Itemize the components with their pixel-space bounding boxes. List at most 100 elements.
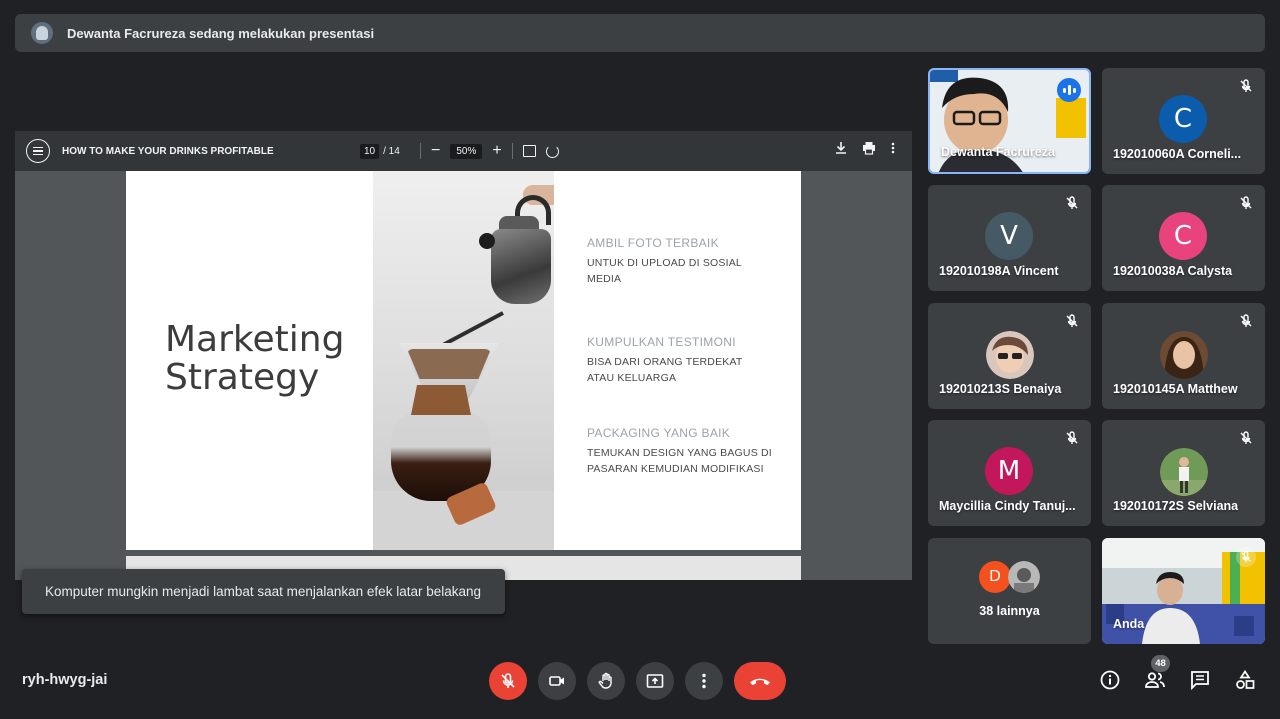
rotate-icon[interactable]	[545, 144, 559, 158]
avatar	[1160, 331, 1208, 379]
pdf-toolbar: HOW TO MAKE YOUR DRINKS PROFITABLE 10 / …	[15, 131, 912, 171]
participant-tile[interactable]: 192010213S Benaiya	[928, 303, 1091, 409]
mic-off-icon	[1238, 430, 1254, 446]
mic-toggle-button[interactable]	[489, 662, 527, 700]
tip-body: TEMUKAN DESIGN YANG BAGUS DI PASARAN KEM…	[587, 447, 772, 475]
zoom-controls: − 50% +	[420, 143, 559, 159]
participant-name: Maycillia Cindy Tanuj...	[939, 499, 1076, 513]
info-icon[interactable]	[1099, 669, 1121, 691]
present-screen-button[interactable]	[636, 662, 674, 700]
divider	[511, 143, 513, 159]
tip-heading: PACKAGING YANG BAIK	[587, 426, 731, 440]
avatar	[986, 331, 1034, 379]
participant-tile[interactable]: 192010172S Selviana	[1102, 420, 1265, 526]
menu-icon[interactable]	[26, 139, 50, 163]
raise-hand-button[interactable]	[587, 662, 625, 700]
participant-name: 192010145A Matthew	[1113, 382, 1238, 396]
slide-title-line: Marketing	[165, 319, 345, 360]
avatar: D	[979, 561, 1011, 593]
tip-item: AMBIL FOTO TERBAIK UNTUK DI UPLOAD DI SO…	[587, 236, 762, 287]
mic-off-icon	[1238, 78, 1254, 94]
slide-title: Marketing Strategy	[165, 321, 344, 397]
carafe-collar	[411, 385, 471, 415]
avatar: C	[1159, 212, 1207, 260]
banner-text: Dewanta Facrureza sedang melakukan prese…	[67, 25, 375, 41]
zoom-in-button[interactable]: +	[492, 143, 501, 159]
presentation-area: HOW TO MAKE YOUR DRINKS PROFITABLE 10 / …	[15, 131, 912, 580]
zoom-level[interactable]: 50%	[450, 143, 483, 159]
activities-icon[interactable]	[1234, 669, 1256, 691]
hand-icon	[598, 672, 612, 689]
pdf-title: HOW TO MAKE YOUR DRINKS PROFITABLE	[62, 145, 274, 157]
mic-off-icon	[1238, 195, 1254, 211]
avatar	[1160, 448, 1208, 496]
tip-item: PACKAGING YANG BAIK TEMUKAN DESIGN YANG …	[587, 426, 772, 477]
call-controls	[489, 662, 786, 700]
more-vert-icon	[702, 673, 706, 689]
print-icon[interactable]	[862, 141, 876, 155]
mic-off-icon	[501, 673, 515, 688]
more-vert-icon[interactable]	[890, 141, 896, 155]
participant-tile[interactable]: 192010145A Matthew	[1102, 303, 1265, 409]
participant-tile[interactable]: C 192010038A Calysta	[1102, 185, 1265, 291]
toast-text: Komputer mungkin menjadi lambat saat men…	[45, 584, 482, 599]
kettle-knob	[479, 233, 495, 249]
mic-off-icon	[1064, 430, 1080, 446]
self-tile[interactable]: Anda	[1102, 538, 1265, 644]
participant-count-badge: 48	[1151, 655, 1170, 672]
meeting-code: ryh-hwyg-jai	[22, 672, 108, 688]
people-icon[interactable]	[1144, 669, 1166, 691]
page-total: / 14	[383, 145, 400, 157]
toast-notification: Komputer mungkin menjadi lambat saat men…	[22, 569, 505, 614]
participant-name: 192010213S Benaiya	[939, 382, 1062, 396]
participant-name: Dewanta Facrureza	[941, 145, 1055, 159]
kettle-spout	[440, 311, 504, 348]
avatar: M	[985, 447, 1033, 495]
coffee-photo	[373, 171, 554, 550]
tip-heading: AMBIL FOTO TERBAIK	[587, 236, 719, 250]
presentation-banner: Dewanta Facrureza sedang melakukan prese…	[15, 14, 1265, 52]
kettle	[491, 229, 551, 304]
avatar: V	[985, 212, 1033, 260]
side-controls	[1099, 669, 1256, 691]
participant-name: 192010172S Selviana	[1113, 499, 1239, 513]
mic-off-icon	[1064, 195, 1080, 211]
more-participants-label: 38 lainnya	[979, 604, 1040, 618]
avatar	[1008, 561, 1040, 593]
chat-icon[interactable]	[1189, 669, 1211, 691]
speaking-indicator-icon	[1057, 78, 1081, 102]
tip-item: KUMPULKAN TESTIMONI BISA DARI ORANG TERD…	[587, 335, 762, 386]
end-call-button[interactable]	[734, 662, 786, 700]
coffee-grounds	[407, 349, 491, 379]
tip-heading: KUMPULKAN TESTIMONI	[587, 335, 736, 349]
download-icon[interactable]	[834, 141, 848, 155]
participant-name: 192010198A Vincent	[939, 264, 1059, 278]
tip-body: BISA DARI ORANG TERDEKAT ATAU KELUARGA	[587, 356, 743, 384]
participant-name: 192010038A Calysta	[1113, 264, 1233, 278]
avatar: C	[1159, 95, 1207, 143]
slide-page: Marketing Strategy AMBIL FOTO TERBAIK UN…	[126, 171, 801, 550]
fit-page-icon[interactable]	[522, 145, 536, 157]
page-indicator: 10 / 14	[360, 143, 400, 159]
page-number-input[interactable]: 10	[360, 143, 380, 159]
tip-body: UNTUK DI UPLOAD DI SOSIAL MEDIA	[587, 257, 742, 285]
present-icon	[646, 674, 664, 688]
camera-icon	[549, 676, 564, 686]
zoom-out-button[interactable]: −	[431, 143, 440, 159]
slide-title-line: Strategy	[165, 357, 320, 398]
divider	[420, 143, 421, 159]
hang-up-icon	[750, 678, 770, 686]
mic-off-icon	[1238, 313, 1254, 329]
mic-off-icon	[1236, 547, 1256, 567]
participant-name: 192010060A Corneli...	[1113, 147, 1242, 161]
camera-toggle-button[interactable]	[538, 662, 576, 700]
pdf-actions	[834, 141, 896, 155]
participant-tile[interactable]: Dewanta Facrureza	[928, 68, 1091, 174]
more-options-button[interactable]	[685, 662, 723, 700]
participant-tile[interactable]: V 192010198A Vincent	[928, 185, 1091, 291]
presenter-avatar-icon	[31, 22, 53, 44]
more-participants-tile[interactable]: D 38 lainnya	[928, 538, 1091, 644]
participant-tile[interactable]: M Maycillia Cindy Tanuj...	[928, 420, 1091, 526]
participant-tile[interactable]: C 192010060A Corneli...	[1102, 68, 1265, 174]
participant-name: Anda	[1113, 617, 1145, 631]
